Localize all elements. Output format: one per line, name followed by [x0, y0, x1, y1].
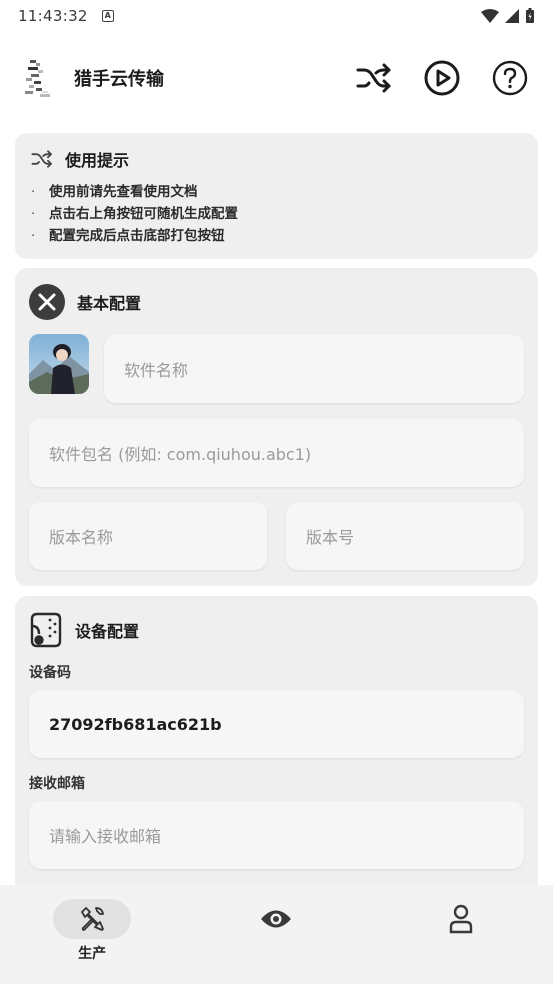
nav-pill — [422, 899, 500, 939]
version-code-input[interactable]: 版本号 — [286, 502, 524, 570]
tips-item: · 点击右上角按钮可随机生成配置 — [31, 206, 238, 222]
tips-title: 使用提示 — [65, 151, 130, 170]
shuffle-icon — [356, 63, 391, 93]
tips-header: 使用提示 — [31, 147, 522, 171]
basic-config-header: 基本配置 — [29, 284, 141, 320]
app-icon-image[interactable] — [29, 334, 89, 394]
email-input[interactable]: 请输入接收邮箱 — [29, 801, 524, 869]
battery-icon — [526, 8, 534, 23]
help-button[interactable] — [489, 57, 531, 99]
nav-item-preview[interactable] — [184, 885, 368, 984]
wifi-icon — [481, 9, 499, 23]
shuffle-icon — [31, 150, 52, 168]
status-time: 11:43:32 — [18, 7, 88, 25]
signal-icon — [505, 9, 519, 23]
nav-pill — [237, 899, 315, 939]
package-name-input[interactable]: 软件包名 (例如: com.qiuhou.abc1) — [29, 419, 524, 487]
eye-icon — [261, 910, 292, 928]
tips-item: · 配置完成后点击底部打包按钮 — [31, 228, 225, 244]
play-button[interactable] — [421, 57, 463, 99]
nav-pill — [53, 899, 132, 939]
play-circle-icon — [424, 60, 460, 96]
device-code-label: 设备码 — [29, 665, 71, 681]
version-name-input[interactable]: 版本名称 — [29, 502, 267, 570]
status-bar: 11:43:32 A — [0, 0, 553, 32]
app-title: 猎手云传输 — [74, 69, 164, 90]
person-icon — [449, 904, 473, 934]
basic-config-title: 基本配置 — [77, 294, 142, 313]
nav-label-produce: 生产 — [78, 946, 107, 962]
app-logo-icon — [22, 58, 56, 98]
device-config-card: 设备配置 设备码 27092fb681ac621b 接收邮箱 请输入接收邮箱 — [15, 596, 538, 896]
tips-item: · 使用前请先查看使用文档 — [31, 184, 198, 200]
nav-item-produce[interactable]: 生产 — [0, 885, 184, 984]
device-code-field[interactable]: 27092fb681ac621b — [29, 690, 524, 758]
tips-card: 使用提示 · 使用前请先查看使用文档 · 点击右上角按钮可随机生成配置 · 配置完成后… — [15, 133, 538, 259]
email-label: 接收邮箱 — [29, 776, 85, 792]
status-icons — [481, 8, 535, 24]
nav-item-profile[interactable] — [369, 885, 553, 984]
device-icon — [30, 612, 62, 648]
basic-config-card: 基本配置 软件名称 软件包名 (例如: com.qiuhou.abc1) 版本名… — [15, 268, 538, 586]
shuffle-button[interactable] — [353, 57, 395, 99]
notification-icon: A — [101, 10, 114, 22]
app-bar: 猎手云传输 — [0, 44, 553, 112]
device-config-title: 设备配置 — [75, 622, 140, 641]
app-actions — [353, 57, 531, 99]
tools-icon — [81, 907, 105, 931]
help-circle-icon — [492, 60, 528, 96]
bottom-nav: 生产 — [0, 885, 553, 984]
close-circle-icon[interactable] — [29, 284, 65, 320]
app-name-input[interactable]: 软件名称 — [104, 335, 524, 403]
device-config-header: 设备配置 — [29, 612, 139, 648]
